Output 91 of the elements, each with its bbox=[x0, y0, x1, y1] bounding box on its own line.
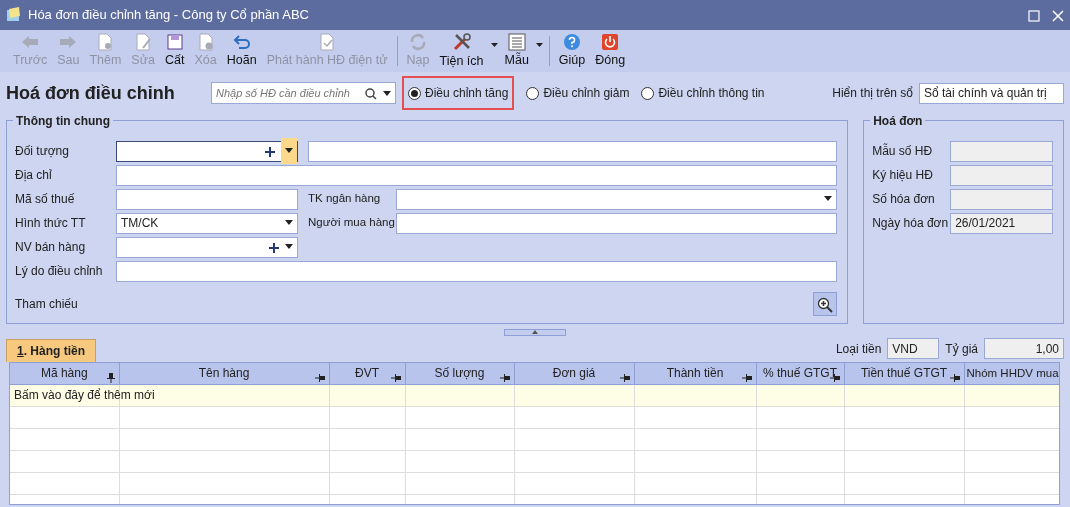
column-header[interactable]: ĐVT bbox=[329, 363, 405, 384]
column-header[interactable]: Thành tiền bbox=[634, 363, 756, 384]
field-label: Ngày hóa đơn bbox=[872, 215, 950, 232]
radio-label[interactable]: Điều chỉnh giảm bbox=[543, 84, 630, 102]
combo-field[interactable] bbox=[116, 236, 298, 258]
pin-icon bbox=[106, 372, 115, 383]
collapse-handle[interactable] bbox=[504, 329, 566, 336]
field-label: Tham chiếu bbox=[15, 296, 79, 313]
field-label: Ký hiệu HĐ bbox=[872, 167, 934, 184]
exchange-rate-field: 1,00 bbox=[984, 338, 1064, 359]
dropdown-arrow-icon bbox=[285, 220, 293, 226]
power-icon bbox=[601, 32, 620, 51]
toolbar-button[interactable]: Cất bbox=[160, 30, 190, 72]
radio-button[interactable] bbox=[526, 86, 540, 100]
field-label: Hình thức TT bbox=[15, 215, 87, 232]
combo-field[interactable] bbox=[396, 188, 838, 210]
close-icon bbox=[1052, 9, 1064, 22]
field-label: Mã số thuế bbox=[15, 191, 76, 208]
dropdown-arrow-icon bbox=[824, 196, 833, 202]
field-label: Loại tiền bbox=[835, 340, 882, 358]
tab[interactable]: 1. Hàng tiền bbox=[6, 339, 97, 362]
document-check-icon bbox=[319, 32, 336, 51]
save-icon bbox=[166, 32, 183, 51]
zoom-in-icon bbox=[817, 296, 834, 313]
input-field[interactable] bbox=[116, 188, 298, 210]
dropdown-arrow-icon bbox=[383, 91, 391, 97]
collapse-arrow-icon bbox=[532, 330, 538, 334]
pin-icon bbox=[390, 373, 401, 382]
column-header[interactable]: Số lượng bbox=[405, 363, 514, 384]
currency-field: VND bbox=[887, 338, 940, 359]
toolbar-button[interactable]: Đóng bbox=[590, 30, 631, 72]
field-value: TM/CK bbox=[121, 215, 159, 232]
search-field[interactable]: Nhập số HĐ cần điều chỉnh bbox=[211, 82, 396, 104]
field-label: Đối tượng bbox=[15, 143, 70, 160]
field-label: Lý do điều chỉnh bbox=[15, 263, 104, 280]
input-field[interactable] bbox=[308, 140, 838, 162]
column-header[interactable]: % thuế GTGT bbox=[756, 363, 844, 384]
field-label: NV bán hàng bbox=[15, 239, 87, 256]
pin-icon bbox=[949, 373, 960, 382]
input-field[interactable] bbox=[116, 260, 838, 282]
pin-icon bbox=[314, 373, 325, 382]
delete-document-icon bbox=[197, 32, 214, 51]
field-label: Hiển thị trên sổ bbox=[832, 85, 913, 102]
field-label: Mẫu số HĐ bbox=[872, 142, 934, 160]
radio-label[interactable]: Điều chỉnh tăng bbox=[425, 84, 509, 102]
radio-button[interactable] bbox=[641, 86, 655, 100]
field-value: 26/01/2021 bbox=[955, 215, 1016, 232]
pin-icon bbox=[499, 373, 510, 382]
dropdown-arrow-icon bbox=[285, 148, 293, 154]
edit-document-icon bbox=[135, 32, 152, 51]
combo-field[interactable] bbox=[116, 140, 298, 162]
field-label: Địa chỉ bbox=[15, 167, 53, 184]
dropdown-arrow-icon bbox=[535, 42, 543, 47]
list-icon bbox=[507, 32, 526, 51]
new-row-hint[interactable]: Bấm vào đây để thêm mới bbox=[14, 388, 155, 402]
add-icon bbox=[269, 242, 279, 253]
column-header[interactable]: Mã hàng bbox=[10, 363, 119, 384]
column-header[interactable]: Đơn giá bbox=[514, 363, 634, 384]
pin-icon bbox=[619, 373, 630, 382]
input-field[interactable] bbox=[116, 164, 838, 186]
toolbar-button[interactable]: Mẫu bbox=[499, 30, 534, 72]
column-header[interactable]: Nhóm HHDV mua bbox=[964, 363, 1059, 384]
document-icon bbox=[97, 32, 114, 51]
field-label: Tỷ giá bbox=[945, 340, 978, 358]
maximize-icon bbox=[1028, 9, 1040, 22]
dropdown-arrow-icon bbox=[490, 42, 498, 47]
toolbar-button[interactable]: Giúp bbox=[553, 30, 591, 72]
pin-icon bbox=[741, 373, 752, 382]
input-field[interactable] bbox=[396, 212, 838, 234]
form-title: Hoá đơn điều chỉnh bbox=[6, 81, 176, 105]
display-field[interactable]: Sổ tài chính và quản trị bbox=[919, 82, 1064, 104]
window-title: Hóa đơn điều chỉnh tăng - Công ty Cổ phần ABC bbox=[28, 6, 309, 25]
toolbar-button[interactable]: Hoãn bbox=[221, 30, 262, 72]
refresh-icon bbox=[409, 32, 428, 51]
zoom-button[interactable] bbox=[813, 292, 838, 316]
field-label: TK ngân hàng bbox=[308, 191, 382, 207]
toolbar-button[interactable]: Tiện ích bbox=[434, 30, 489, 72]
dropdown-arrow-icon bbox=[285, 244, 293, 250]
combo-field[interactable]: TM/CK bbox=[116, 212, 298, 234]
field-label: Người mua hàng bbox=[308, 215, 396, 231]
radio-button[interactable] bbox=[408, 86, 421, 100]
column-header[interactable]: Tiền thuế GTGT bbox=[844, 363, 964, 384]
add-icon bbox=[265, 146, 275, 157]
undo-icon bbox=[232, 32, 251, 51]
field-label: Số hóa đơn bbox=[872, 191, 936, 208]
radio-label[interactable]: Điều chỉnh thông tin bbox=[658, 84, 765, 102]
help-icon bbox=[563, 32, 582, 51]
app-icon bbox=[6, 7, 22, 23]
tools-icon bbox=[451, 31, 472, 52]
column-header[interactable]: Tên hàng bbox=[119, 363, 329, 384]
search-icon bbox=[365, 87, 377, 100]
